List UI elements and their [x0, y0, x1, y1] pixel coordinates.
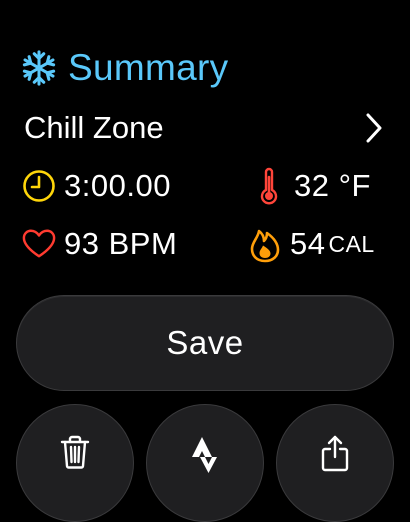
flame-icon: [250, 229, 280, 263]
strava-icon: [192, 437, 217, 473]
save-button-label: Save: [166, 324, 244, 361]
calories-unit: CAL: [328, 230, 375, 257]
thermometer-icon: [260, 167, 278, 205]
share-button[interactable]: [276, 404, 394, 522]
heart-rate-metric: 93 BPM: [22, 222, 177, 266]
calories-value: 54: [290, 226, 326, 261]
snowflake-icon: [22, 50, 56, 86]
save-button[interactable]: Save: [16, 295, 394, 391]
page-title: Summary: [68, 47, 229, 88]
calories-metric: 54 CAL: [248, 222, 375, 266]
share-icon: [321, 435, 349, 472]
duration-metric: 3:00.00: [22, 164, 171, 208]
temperature-metric: 32 °F: [252, 164, 371, 208]
trash-icon: [60, 435, 90, 469]
heart-icon: [22, 229, 56, 258]
clock-icon: [23, 170, 55, 202]
zone-name: Chill Zone: [24, 110, 164, 145]
delete-button[interactable]: [16, 404, 134, 522]
strava-button[interactable]: [146, 404, 264, 522]
duration-value: 3:00.00: [64, 168, 171, 203]
heart-rate-value: 93 BPM: [64, 226, 178, 261]
temperature-value: 32 °F: [294, 168, 371, 203]
zone-row[interactable]: Chill Zone: [24, 106, 384, 150]
summary-header: Summary: [20, 44, 228, 92]
chevron-right-icon: [366, 113, 382, 143]
